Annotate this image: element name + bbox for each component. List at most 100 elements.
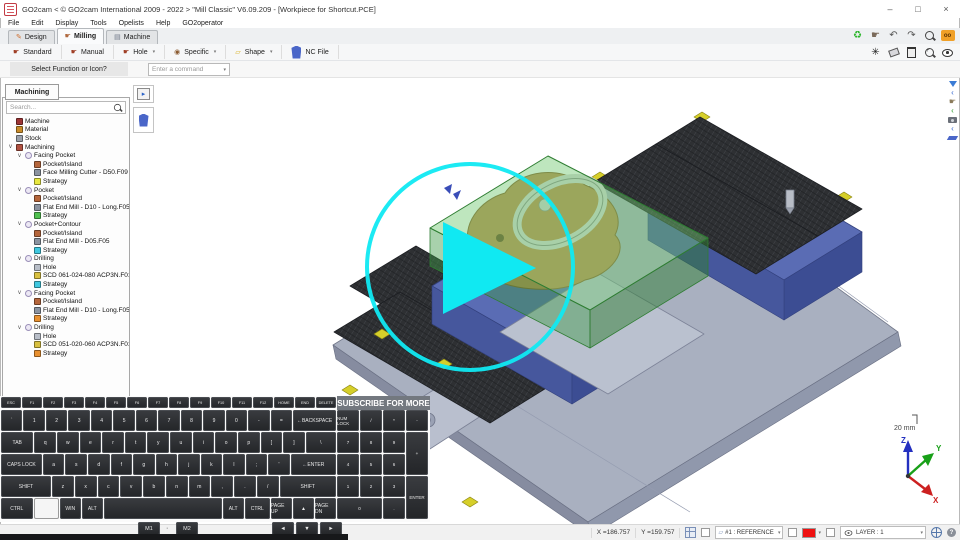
key-6[interactable]: 6 — [136, 410, 157, 431]
key-=[interactable]: = — [271, 410, 292, 431]
tree-item[interactable]: Pocket/Island — [3, 160, 129, 169]
burst-button[interactable]: ✳ — [868, 46, 883, 59]
tree-item[interactable]: vMachining — [3, 143, 129, 152]
key-x[interactable]: x — [75, 476, 97, 497]
toolbar-button-specific[interactable]: ◉Specific▾ — [165, 45, 226, 59]
key-\[interactable]: \ — [306, 432, 336, 453]
key-f[interactable]: f — [111, 454, 133, 475]
key-ctrl[interactable]: CTRL — [245, 498, 270, 519]
tree-item[interactable]: vFacing Pocket — [3, 289, 129, 298]
toolbar-button-nc-file[interactable]: NC File — [282, 45, 338, 59]
tree-item[interactable]: Hole — [3, 263, 129, 272]
close-button[interactable]: × — [932, 0, 960, 18]
key-b[interactable]: b — [143, 476, 165, 497]
key-5[interactable]: 5 — [360, 454, 382, 475]
key-/[interactable]: / — [257, 476, 279, 497]
key-c[interactable]: c — [98, 476, 120, 497]
key-win[interactable]: WIN — [60, 498, 81, 519]
key-a[interactable]: a — [43, 454, 65, 475]
key--[interactable]: - — [248, 410, 269, 431]
color-checkbox[interactable] — [788, 528, 797, 537]
expander-icon[interactable]: v — [16, 221, 23, 227]
go2-glasses-button[interactable]: oo — [940, 29, 955, 42]
key-7[interactable]: 7 — [337, 432, 359, 453]
tree-item[interactable]: Strategy — [3, 315, 129, 324]
tree-item[interactable]: Hole — [3, 332, 129, 341]
tree-item[interactable]: vDrilling — [3, 323, 129, 332]
minimize-button[interactable]: – — [876, 0, 904, 18]
key-▲[interactable]: ▲ — [293, 498, 314, 519]
key-1[interactable]: 1 — [337, 476, 359, 497]
tab-machine[interactable]: ▤Machine — [106, 30, 158, 44]
tree-item[interactable]: Strategy — [3, 212, 129, 221]
tree-item[interactable]: Strategy — [3, 349, 129, 358]
key-←backspace[interactable]: ←BACKSPACE — [293, 410, 336, 431]
key-home[interactable]: HOME — [274, 397, 294, 408]
toolbar-button-shape[interactable]: ▱Shape▾ — [226, 45, 282, 59]
key-j[interactable]: j — [178, 454, 200, 475]
undo-button[interactable]: ↶ — [886, 29, 901, 42]
expander-icon[interactable]: v — [16, 325, 23, 331]
key-f7[interactable]: F7 — [148, 397, 168, 408]
key-f8[interactable]: F8 — [169, 397, 189, 408]
tree-item[interactable]: Strategy — [3, 246, 129, 255]
maximize-button[interactable]: □ — [904, 0, 932, 18]
help-icon[interactable]: ? — [947, 528, 956, 537]
key-k[interactable]: k — [201, 454, 223, 475]
key-f10[interactable]: F10 — [211, 397, 231, 408]
key-6[interactable]: 6 — [383, 454, 405, 475]
toolbar-button-standard[interactable]: ☛Standard — [4, 45, 62, 59]
zoom-plus-button[interactable] — [922, 46, 937, 59]
key-esc[interactable]: ESC — [1, 397, 21, 408]
tab-milling[interactable]: ☛Milling — [57, 28, 104, 44]
key-f1[interactable]: F1 — [22, 397, 42, 408]
key-2[interactable]: 2 — [360, 476, 382, 497]
panel-ncfile-button[interactable] — [133, 107, 154, 133]
tree-item[interactable]: Stock — [3, 134, 129, 143]
hand-button[interactable]: ☛ — [947, 98, 959, 106]
expander-icon[interactable]: v — [16, 256, 23, 262]
key-space[interactable] — [34, 498, 59, 519]
tree-item[interactable]: SCD 051-020-060 ACP3N.F01 — [3, 340, 129, 349]
tree-item[interactable]: Flat End Mill - D10 - Long.F05 — [3, 203, 129, 212]
key-0[interactable]: 0 — [226, 410, 247, 431]
tree-item[interactable]: Face Milling Cutter - D50.F09 — [3, 169, 129, 178]
key-t[interactable]: t — [125, 432, 147, 453]
toolbar-button-manual[interactable]: ☛Manual — [62, 45, 114, 59]
key-z[interactable]: z — [52, 476, 74, 497]
tree-item[interactable]: vDrilling — [3, 255, 129, 264]
key-shift[interactable]: SHIFT — [280, 476, 337, 497]
key-s[interactable]: s — [65, 454, 87, 475]
panel-player-button[interactable]: ▸ — [133, 85, 154, 103]
expander-icon[interactable]: v — [16, 290, 23, 296]
key-enter[interactable]: ENTER — [406, 476, 428, 519]
key-n[interactable]: n — [166, 476, 188, 497]
eye-button[interactable] — [940, 46, 955, 59]
expander-icon[interactable]: v — [16, 153, 23, 159]
redo-button[interactable]: ↷ — [904, 29, 919, 42]
key-f9[interactable]: F9 — [190, 397, 210, 408]
tree-item[interactable]: vFacing Pocket — [3, 151, 129, 160]
key-h[interactable]: h — [156, 454, 178, 475]
key-u[interactable]: u — [170, 432, 192, 453]
key-7[interactable]: 7 — [158, 410, 179, 431]
expander-icon[interactable]: v — [16, 187, 23, 193]
layer-checkbox[interactable] — [826, 528, 835, 537]
tree-item[interactable]: Pocket/Island — [3, 297, 129, 306]
tree-item[interactable]: Machine — [3, 117, 129, 126]
key-.[interactable]: . — [383, 498, 405, 519]
key-y[interactable]: y — [147, 432, 169, 453]
key-1[interactable]: 1 — [23, 410, 44, 431]
key-alt[interactable]: ALT — [82, 498, 103, 519]
toolbar-button-hole[interactable]: ☛Hole▾ — [114, 45, 165, 59]
reference-checkbox[interactable] — [701, 528, 710, 537]
zoom-button[interactable] — [922, 29, 937, 42]
key-page up[interactable]: PAGE UP — [271, 498, 292, 519]
key-v[interactable]: v — [120, 476, 142, 497]
tree-item[interactable]: SCD 061-024-080 ACP3N.F01 — [3, 272, 129, 281]
key-p[interactable]: p — [238, 432, 260, 453]
pan-button[interactable]: ☛ — [868, 29, 883, 42]
grid-icon[interactable] — [685, 527, 696, 538]
filter-button[interactable] — [947, 80, 959, 88]
key-9[interactable]: 9 — [203, 410, 224, 431]
